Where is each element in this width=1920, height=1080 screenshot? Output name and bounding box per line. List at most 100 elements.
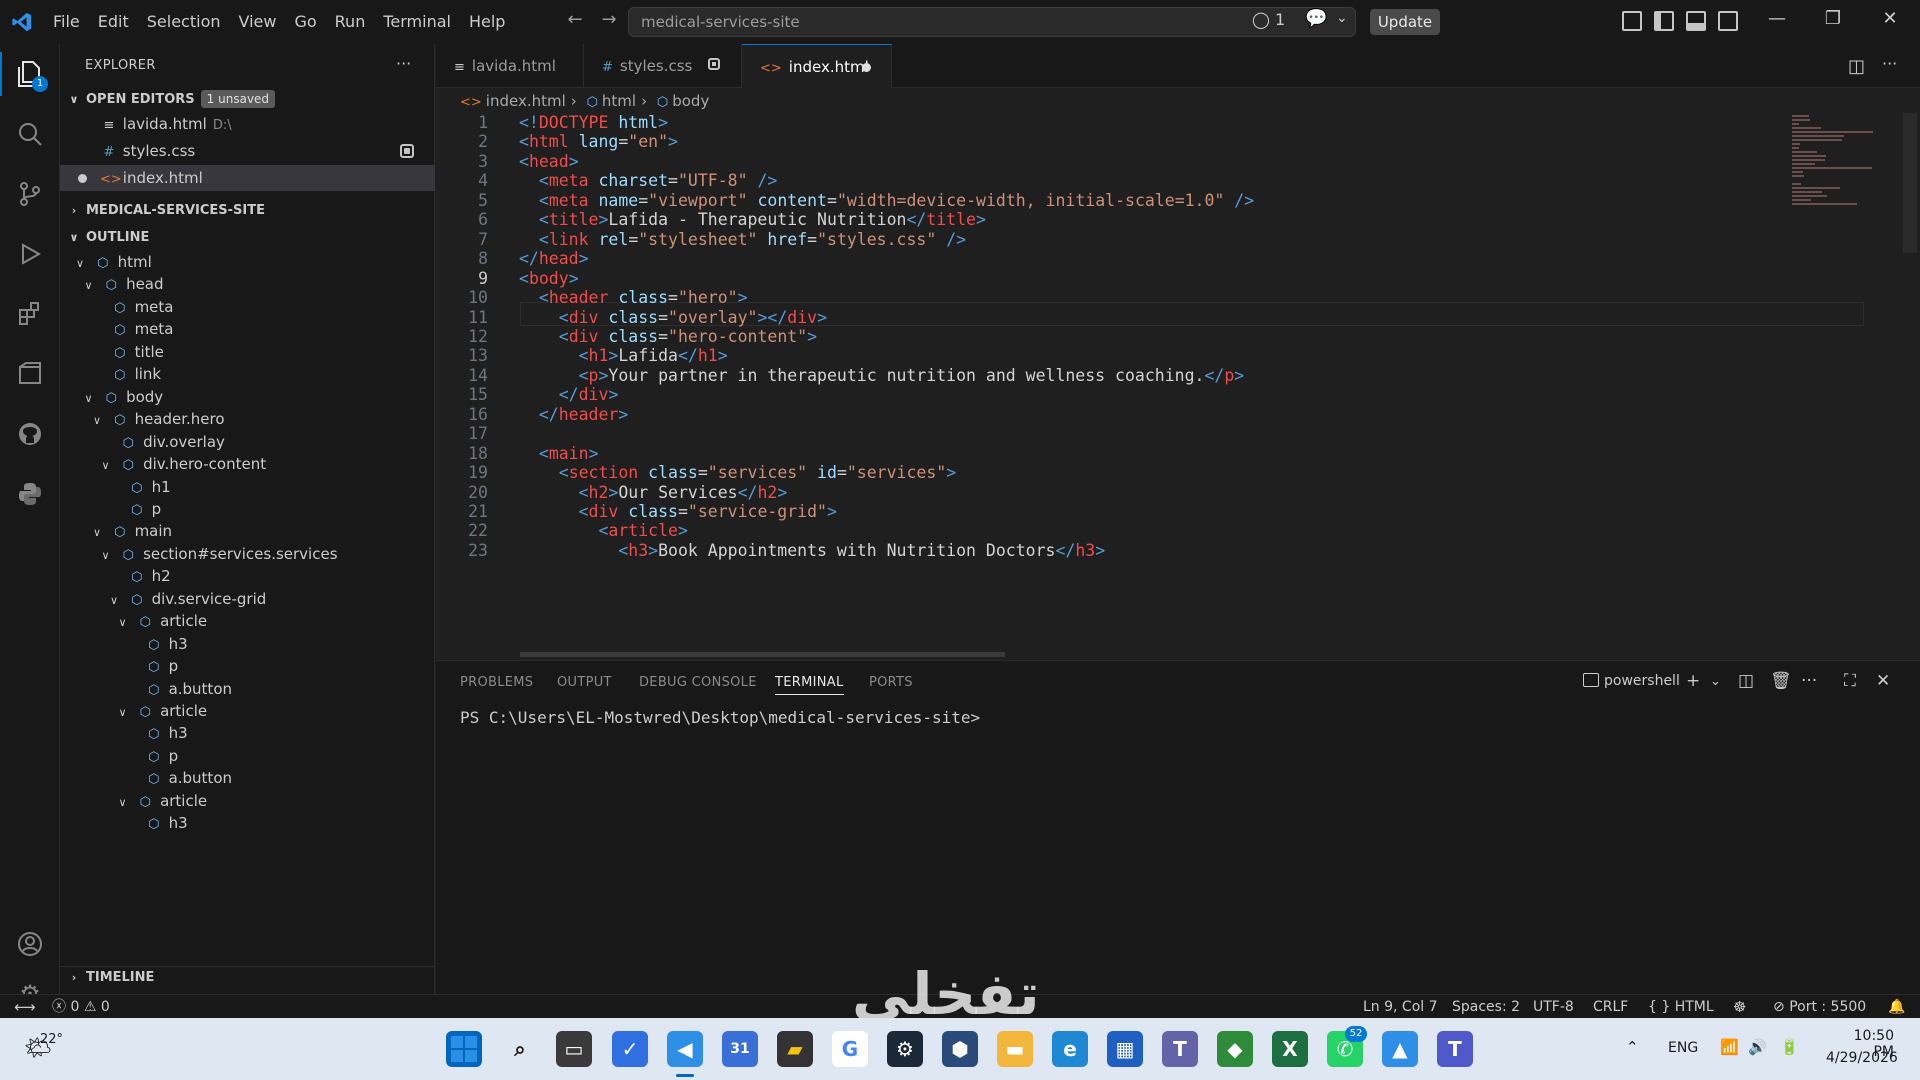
vertical-scrollbar[interactable]	[1903, 113, 1917, 253]
steam-icon[interactable]: ⚙	[887, 1031, 923, 1067]
menu-terminal[interactable]: Terminal	[374, 7, 460, 37]
extensions-icon[interactable]	[12, 296, 48, 332]
tab-lavida[interactable]: ≡ lavida.html	[436, 44, 584, 88]
remote-indicator-icon[interactable]: ⟷	[14, 995, 36, 1019]
battery-icon[interactable]: 🔋	[1780, 1038, 1799, 1056]
timeline-header[interactable]: › TIMELINE	[60, 966, 435, 988]
indentation[interactable]: Spaces: 2	[1452, 995, 1520, 1019]
open-editor-item-index[interactable]: <> index.html	[60, 165, 435, 191]
line-ending[interactable]: CRLF	[1593, 995, 1628, 1019]
tab-terminal[interactable]: TERMINAL	[775, 675, 844, 695]
maximize-panel-icon[interactable]: ⛶	[1844, 671, 1856, 691]
remote-explorer-icon[interactable]	[12, 356, 48, 392]
terminal-shell-selector[interactable]: powershell	[1583, 673, 1680, 689]
run-debug-icon[interactable]	[12, 236, 48, 272]
excel-icon[interactable]: X	[1272, 1031, 1308, 1067]
menu-go[interactable]: Go	[285, 7, 325, 37]
store-icon[interactable]: ▦	[1107, 1031, 1143, 1067]
tab-ports[interactable]: PORTS	[869, 675, 913, 690]
menu-view[interactable]: View	[230, 7, 286, 37]
close-icon[interactable]: ✕	[1870, 8, 1910, 29]
system-tool-icon[interactable]: ⬢	[942, 1031, 978, 1067]
tab-output[interactable]: OUTPUT	[557, 675, 612, 690]
live-server-port[interactable]: ⊘ Port : 5500	[1773, 995, 1866, 1019]
minimize-icon[interactable]: —	[1757, 8, 1797, 29]
menu-run[interactable]: Run	[326, 7, 375, 37]
tab-index[interactable]: <> index.html	[742, 44, 892, 88]
open-editors-header[interactable]: ∨ OPEN EDITORS 1 unsaved	[60, 89, 435, 111]
copilot-icon[interactable]: ☸	[1733, 995, 1746, 1019]
start-icon[interactable]	[446, 1031, 482, 1067]
minimap[interactable]	[1788, 113, 1903, 253]
clock-date[interactable]: 4/29/2026	[1826, 1050, 1898, 1066]
wifi-icon[interactable]: 📶	[1720, 1038, 1739, 1056]
source-control-icon[interactable]	[12, 176, 48, 212]
vscode-taskbar-icon[interactable]: ◀	[667, 1031, 703, 1067]
toggle-panel-icon[interactable]	[1686, 11, 1706, 31]
save-status-icon[interactable]	[400, 144, 414, 158]
notifications-bell-icon[interactable]: 🔔	[1888, 995, 1905, 1019]
outline-header[interactable]: ∨ OUTLINE	[60, 227, 435, 249]
problems-indicator[interactable]: ⓧ 0 ⚠ 0	[52, 995, 110, 1019]
unsaved-dot-icon[interactable]	[862, 63, 871, 72]
close-panel-icon[interactable]: ✕	[1876, 671, 1890, 691]
breadcrumb-item-html[interactable]: ⬡ html	[587, 92, 637, 110]
command-center-search[interactable]: medical-services-site	[628, 7, 1356, 37]
terminal-prompt[interactable]: PS C:\Users\EL-Mostwred\Desktop\medical-…	[460, 708, 980, 727]
split-editor-icon[interactable]: ◫	[1848, 56, 1865, 77]
more-actions-icon[interactable]: ···	[396, 54, 411, 73]
teams-work-icon[interactable]: T	[1437, 1031, 1473, 1067]
tab-styles[interactable]: # styles.css	[584, 44, 742, 88]
cursor-position[interactable]: Ln 9, Col 7	[1363, 995, 1438, 1019]
python-icon[interactable]	[12, 476, 48, 512]
menu-edit[interactable]: Edit	[89, 7, 138, 37]
menu-selection[interactable]: Selection	[138, 7, 230, 37]
new-terminal-icon[interactable]: +	[1686, 671, 1700, 691]
back-arrow-icon[interactable]: ←	[560, 9, 590, 30]
edge-icon[interactable]: e	[1052, 1031, 1088, 1067]
toggle-primary-sidebar-icon[interactable]	[1654, 11, 1674, 31]
toggle-secondary-sidebar-icon[interactable]	[1718, 11, 1738, 31]
accounts-icon[interactable]	[12, 926, 48, 962]
teams-icon[interactable]: T	[1162, 1031, 1198, 1067]
chevron-down-icon[interactable]: ⌄	[1336, 10, 1348, 26]
language-mode[interactable]: { } HTML	[1648, 995, 1714, 1019]
more-actions-icon[interactable]: ···	[1882, 54, 1897, 73]
photos-icon[interactable]: ▲	[1382, 1031, 1418, 1067]
menu-help[interactable]: Help	[460, 7, 514, 37]
code-editor[interactable]: 1 <!DOCTYPE html> 2 <html lang="en"> 3 <head>…	[436, 113, 1920, 658]
tab-problems[interactable]: PROBLEMS	[460, 675, 533, 690]
save-status-icon[interactable]	[708, 58, 720, 70]
customize-layout-icon[interactable]	[1622, 11, 1642, 31]
tab-debug-console[interactable]: DEBUG CONSOLE	[639, 675, 757, 690]
github-icon[interactable]	[12, 416, 48, 452]
folder-header[interactable]: › MEDICAL-SERVICES-SITE	[60, 200, 435, 222]
sync-indicator[interactable]: ◯ 1	[1252, 10, 1285, 29]
search-icon[interactable]	[12, 116, 48, 152]
horizontal-scrollbar[interactable]	[520, 652, 1005, 657]
breadcrumb-item-file[interactable]: <> index.html	[460, 92, 566, 110]
search-icon[interactable]: ⌕	[502, 1031, 538, 1067]
chat-icon[interactable]: 💬	[1305, 8, 1327, 29]
bluestacks-icon[interactable]: ◆	[1217, 1031, 1253, 1067]
unsaved-dot-icon[interactable]	[78, 174, 87, 183]
restore-icon[interactable]: ❐	[1813, 8, 1853, 29]
input-language[interactable]: ENG	[1668, 1040, 1698, 1056]
more-actions-icon[interactable]: ···	[1801, 671, 1817, 691]
file-explorer-icon[interactable]: ▬	[997, 1031, 1033, 1067]
sticky-notes-icon[interactable]: ▰	[777, 1031, 813, 1067]
trash-icon[interactable]: 🗑	[1770, 671, 1792, 691]
split-terminal-icon[interactable]: ◫	[1738, 671, 1754, 691]
google-chrome-icon[interactable]: G	[832, 1031, 868, 1067]
outline-item-h3[interactable]: ⬡ h3	[60, 810, 435, 837]
encoding[interactable]: UTF-8	[1533, 995, 1574, 1019]
forward-arrow-icon[interactable]: →	[594, 9, 624, 30]
open-editor-item-styles[interactable]: # styles.css	[60, 138, 435, 164]
task-view-icon[interactable]: ▭	[556, 1031, 592, 1067]
breadcrumb-item-body[interactable]: ⬡ body	[657, 92, 709, 110]
open-editor-item-lavida[interactable]: ≡ lavida.html D:\	[60, 111, 435, 137]
chevron-down-icon[interactable]: ⌄	[1710, 674, 1721, 689]
calendar-icon[interactable]: 31	[722, 1031, 758, 1067]
update-button[interactable]: Update	[1370, 9, 1440, 35]
todo-icon[interactable]: ✓	[612, 1031, 648, 1067]
